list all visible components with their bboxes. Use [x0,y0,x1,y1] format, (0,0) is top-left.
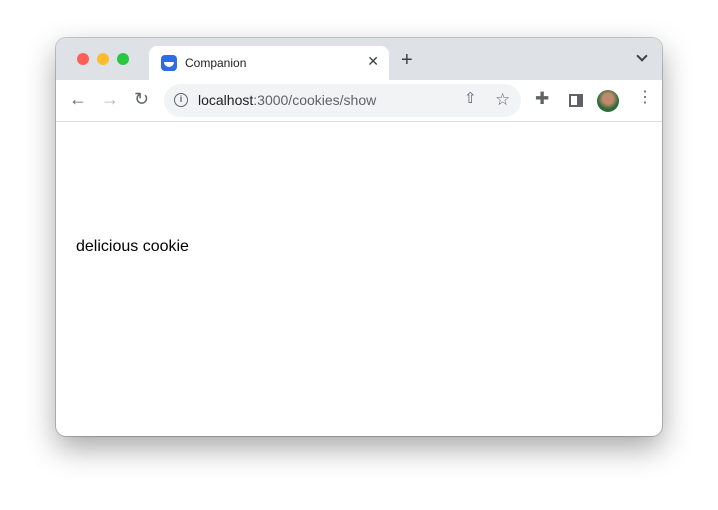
page-text: delicious cookie [76,238,189,255]
share-icon[interactable]: ⇧ [464,91,477,106]
close-window-button[interactable] [77,53,89,65]
close-tab-icon[interactable]: ✕ [367,53,379,70]
side-panel-icon[interactable] [569,94,583,107]
tab-companion[interactable]: Companion ✕ [149,46,389,80]
extensions-puzzle-icon[interactable]: ✚ [535,90,549,107]
bookmark-star-icon[interactable]: ☆ [495,91,510,108]
menu-kebab-icon[interactable]: ⋮ [637,90,653,106]
minimize-window-button[interactable] [97,53,109,65]
companion-icon [161,55,177,71]
address-bar[interactable]: i localhost:3000/cookies/show ⇧ ☆ [164,84,521,117]
url-text[interactable]: localhost:3000/cookies/show [198,92,376,108]
forward-icon[interactable]: → [101,90,119,108]
info-icon[interactable]: i [174,93,188,107]
tab-search-chevron-icon[interactable] [636,50,648,62]
tab-title: Companion [185,56,247,70]
back-icon[interactable]: ← [69,90,87,108]
reload-icon[interactable]: ↻ [134,90,149,108]
avatar[interactable] [597,90,619,112]
maximize-window-button[interactable] [117,53,129,65]
new-tab-button[interactable]: + [401,50,413,70]
toolbar: ← → ↻ i localhost:3000/cookies/show ⇧ ☆ … [56,80,662,122]
tab-strip: Companion ✕ + [56,38,662,80]
browser-window: Companion ✕ + ← → ↻ i localhost:3000/coo… [56,38,662,436]
